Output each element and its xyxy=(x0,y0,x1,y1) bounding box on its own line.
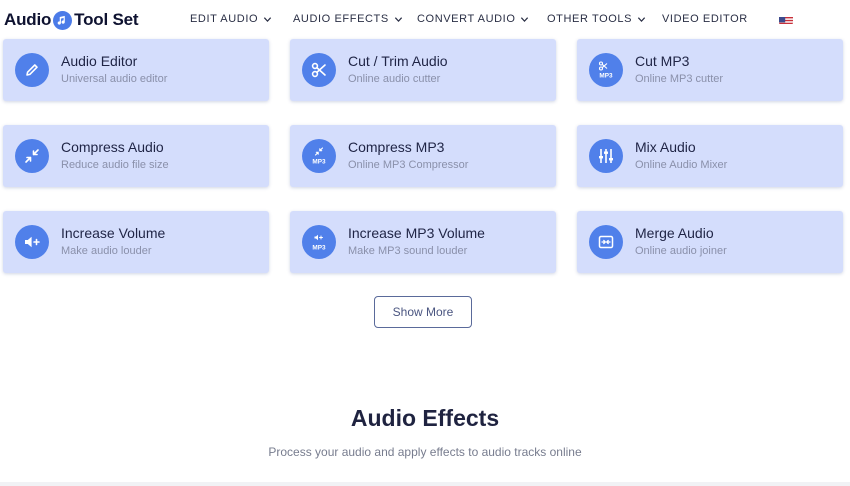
site-header: Audio Tool Set EDIT AUDIO AUDIO EFFECTS … xyxy=(0,0,850,38)
tool-subtitle: Reduce audio file size xyxy=(61,159,169,171)
mp3-icon-label: MP3 xyxy=(312,159,326,166)
scissors-icon xyxy=(302,53,336,87)
nav-convert-audio[interactable]: CONVERT AUDIO xyxy=(417,13,529,25)
chevron-down-icon xyxy=(637,16,646,22)
section-divider xyxy=(0,482,850,486)
tool-subtitle: Online Audio Mixer xyxy=(635,159,728,171)
site-logo[interactable]: Audio Tool Set xyxy=(4,9,139,31)
mp3-icon-label: MP3 xyxy=(599,73,613,80)
tool-card-increase-mp3-volume[interactable]: MP3 Increase MP3 Volume Make MP3 sound l… xyxy=(290,211,556,273)
mixer-sliders-icon xyxy=(589,139,623,173)
section-subtitle: Process your audio and apply effects to … xyxy=(268,445,582,459)
nav-audio-effects[interactable]: AUDIO EFFECTS xyxy=(293,13,403,25)
tool-title: Audio Editor xyxy=(61,53,138,69)
tool-card-audio-editor[interactable]: Audio Editor Universal audio editor xyxy=(3,39,269,101)
tool-title: Cut / Trim Audio xyxy=(348,53,448,69)
music-note-icon xyxy=(53,10,73,30)
volume-up-icon xyxy=(15,225,49,259)
logo-text-audio: Audio xyxy=(4,10,52,29)
nav-label: VIDEO EDITOR xyxy=(662,13,748,25)
tool-subtitle: Online MP3 cutter xyxy=(635,73,724,85)
tool-card-compress-mp3[interactable]: MP3 Compress MP3 Online MP3 Compressor xyxy=(290,125,556,187)
pencil-icon xyxy=(15,53,49,87)
compress-mp3-icon: MP3 xyxy=(302,139,336,173)
tool-title: Increase Volume xyxy=(61,225,166,241)
us-flag-icon[interactable] xyxy=(779,14,793,24)
chevron-down-icon xyxy=(521,16,529,22)
nav-edit-audio[interactable]: EDIT AUDIO xyxy=(190,13,272,25)
tool-title: Increase MP3 Volume xyxy=(348,225,485,241)
section-title-audio-effects: Audio Effects xyxy=(350,405,500,431)
tool-subtitle: Online audio joiner xyxy=(635,245,727,257)
cut-mp3-icon: MP3 xyxy=(589,53,623,87)
nav-video-editor[interactable]: VIDEO EDITOR xyxy=(662,13,748,25)
nav-label: OTHER TOOLS xyxy=(547,13,633,25)
compress-icon xyxy=(15,139,49,173)
nav-label: AUDIO EFFECTS xyxy=(293,13,389,25)
merge-icon xyxy=(589,225,623,259)
chevron-down-icon xyxy=(264,16,272,22)
tool-title: Merge Audio xyxy=(635,225,714,241)
tool-title: Compress Audio xyxy=(61,139,164,155)
tool-card-increase-volume[interactable]: Increase Volume Make audio louder xyxy=(3,211,269,273)
tool-subtitle: Online audio cutter xyxy=(348,73,441,85)
tool-title: Cut MP3 xyxy=(635,53,690,69)
mp3-icon-label: MP3 xyxy=(312,245,326,252)
show-more-button[interactable]: Show More xyxy=(374,296,472,328)
logo-text-toolset: Tool Set xyxy=(74,10,139,29)
tool-subtitle: Make MP3 sound louder xyxy=(348,245,468,257)
volume-mp3-icon: MP3 xyxy=(302,225,336,259)
tool-subtitle: Online MP3 Compressor xyxy=(348,159,469,171)
tool-subtitle: Make audio louder xyxy=(61,245,152,257)
nav-label: EDIT AUDIO xyxy=(190,13,259,25)
tool-card-mix-audio[interactable]: Mix Audio Online Audio Mixer xyxy=(577,125,843,187)
nav-other-tools[interactable]: OTHER TOOLS xyxy=(547,13,646,25)
tool-card-cut-trim-audio[interactable]: Cut / Trim Audio Online audio cutter xyxy=(290,39,556,101)
nav-label: CONVERT AUDIO xyxy=(417,13,516,25)
tool-card-merge-audio[interactable]: Merge Audio Online audio joiner xyxy=(577,211,843,273)
tool-subtitle: Universal audio editor xyxy=(61,73,168,85)
tool-card-cut-mp3[interactable]: MP3 Cut MP3 Online MP3 cutter xyxy=(577,39,843,101)
tool-title: Compress MP3 xyxy=(348,139,445,155)
tool-card-compress-audio[interactable]: Compress Audio Reduce audio file size xyxy=(3,125,269,187)
tool-title: Mix Audio xyxy=(635,139,696,155)
chevron-down-icon xyxy=(394,16,402,22)
